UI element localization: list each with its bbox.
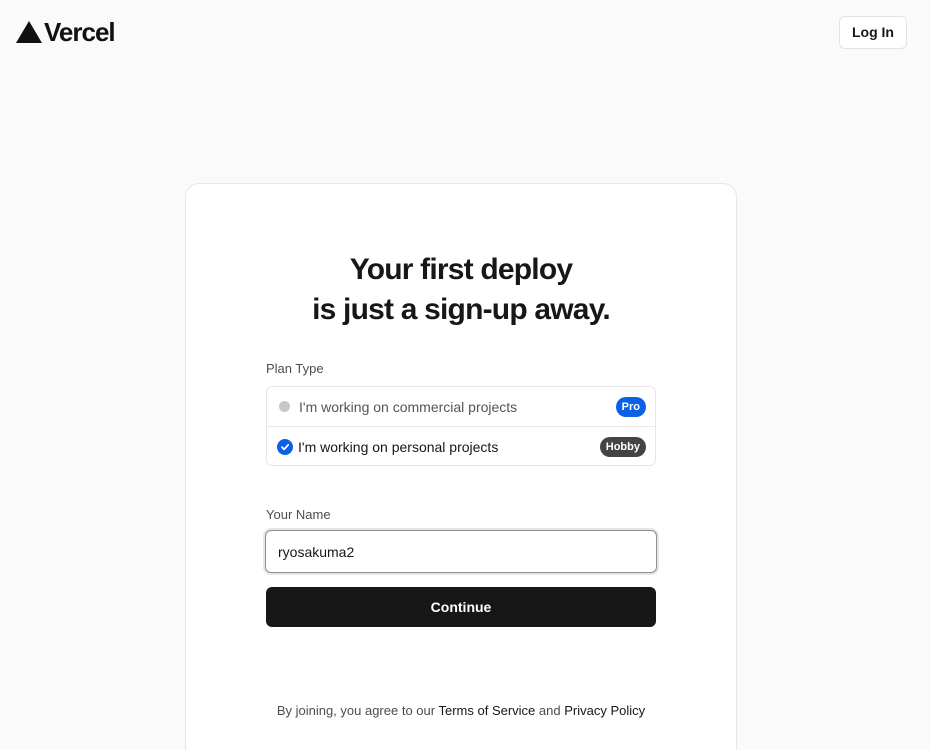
page-title: Your first deploy is just a sign-up away… [186, 250, 736, 330]
login-button[interactable]: Log In [839, 15, 907, 49]
plan-option-commercial[interactable]: I'm working on commercial projects Pro [267, 387, 655, 426]
your-name-label: Your Name [266, 507, 331, 522]
signup-page: Vercel Log In Your first deploy is just … [0, 0, 931, 750]
hobby-badge: Hobby [599, 436, 646, 457]
legal-notice: By joining, you agree to our Terms of Se… [186, 703, 736, 718]
signup-card: Your first deploy is just a sign-up away… [185, 183, 737, 750]
plan-type-label: Plan Type [266, 361, 324, 376]
title-line-1: Your first deploy [349, 253, 573, 286]
legal-prefix: By joining, you agree to our [276, 703, 436, 718]
vercel-logo[interactable]: Vercel [16, 16, 116, 48]
brand-name: Vercel [44, 16, 116, 47]
radio-unselected-icon [279, 401, 290, 412]
title-line-2: is just a sign-up away. [312, 293, 611, 326]
checkmark-icon [277, 438, 293, 455]
plan-option-personal[interactable]: I'm working on personal projects Hobby [267, 426, 655, 465]
vercel-triangle-icon [16, 21, 42, 43]
plan-option-label: I'm working on personal projects [298, 438, 499, 455]
plan-option-label: I'm working on commercial projects [299, 398, 518, 415]
privacy-policy-link[interactable]: Privacy Policy [564, 703, 645, 718]
name-input[interactable] [265, 530, 657, 573]
legal-and: and [538, 703, 561, 718]
continue-button[interactable]: Continue [266, 587, 656, 627]
terms-of-service-link[interactable]: Terms of Service [438, 703, 535, 718]
pro-badge: Pro [615, 396, 646, 417]
top-header: Vercel Log In [0, 0, 931, 64]
plan-type-selector: I'm working on commercial projects Pro I… [266, 386, 656, 466]
